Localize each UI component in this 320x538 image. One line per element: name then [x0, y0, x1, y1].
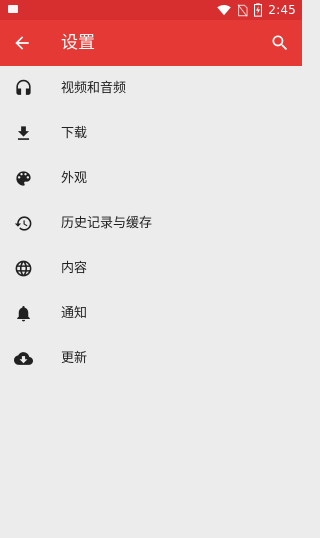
- download-icon: [14, 124, 33, 143]
- settings-item-update[interactable]: 更新: [0, 336, 302, 381]
- status-time: 2:45: [268, 3, 296, 17]
- notification-icon: [8, 5, 18, 13]
- settings-item-download[interactable]: 下载: [0, 111, 302, 156]
- settings-item-video-audio[interactable]: 视频和音频: [0, 66, 302, 111]
- settings-item-label: 历史记录与缓存: [61, 216, 153, 231]
- status-bar: 2:45: [0, 0, 302, 20]
- globe-icon: [14, 259, 33, 278]
- history-icon: [14, 214, 33, 233]
- search-icon[interactable]: [270, 33, 290, 53]
- page-title: 设置: [61, 33, 95, 53]
- settings-item-label: 外观: [61, 171, 88, 186]
- palette-icon: [14, 169, 33, 188]
- settings-item-label: 下载: [61, 126, 88, 141]
- cloud-download-icon: [14, 349, 33, 368]
- arrow-back-icon[interactable]: [12, 33, 32, 53]
- settings-item-appearance[interactable]: 外观: [0, 156, 302, 201]
- settings-item-label: 内容: [61, 261, 88, 276]
- settings-item-label: 更新: [61, 351, 88, 366]
- no-sim-icon: [237, 3, 248, 17]
- app-bar: 设置: [0, 20, 302, 66]
- wifi-icon: [217, 4, 231, 16]
- status-icons: 2:45: [217, 2, 296, 18]
- settings-item-notifications[interactable]: 通知: [0, 291, 302, 336]
- bell-icon: [14, 304, 33, 323]
- settings-item-content[interactable]: 内容: [0, 246, 302, 291]
- settings-item-history-cache[interactable]: 历史记录与缓存: [0, 201, 302, 246]
- settings-list: 视频和音频 下载 外观 历史记录与缓存 内容 通知 更新: [0, 66, 302, 381]
- settings-item-label: 通知: [61, 306, 88, 321]
- settings-item-label: 视频和音频: [61, 81, 127, 96]
- headphones-icon: [14, 79, 33, 98]
- battery-icon: [254, 3, 263, 17]
